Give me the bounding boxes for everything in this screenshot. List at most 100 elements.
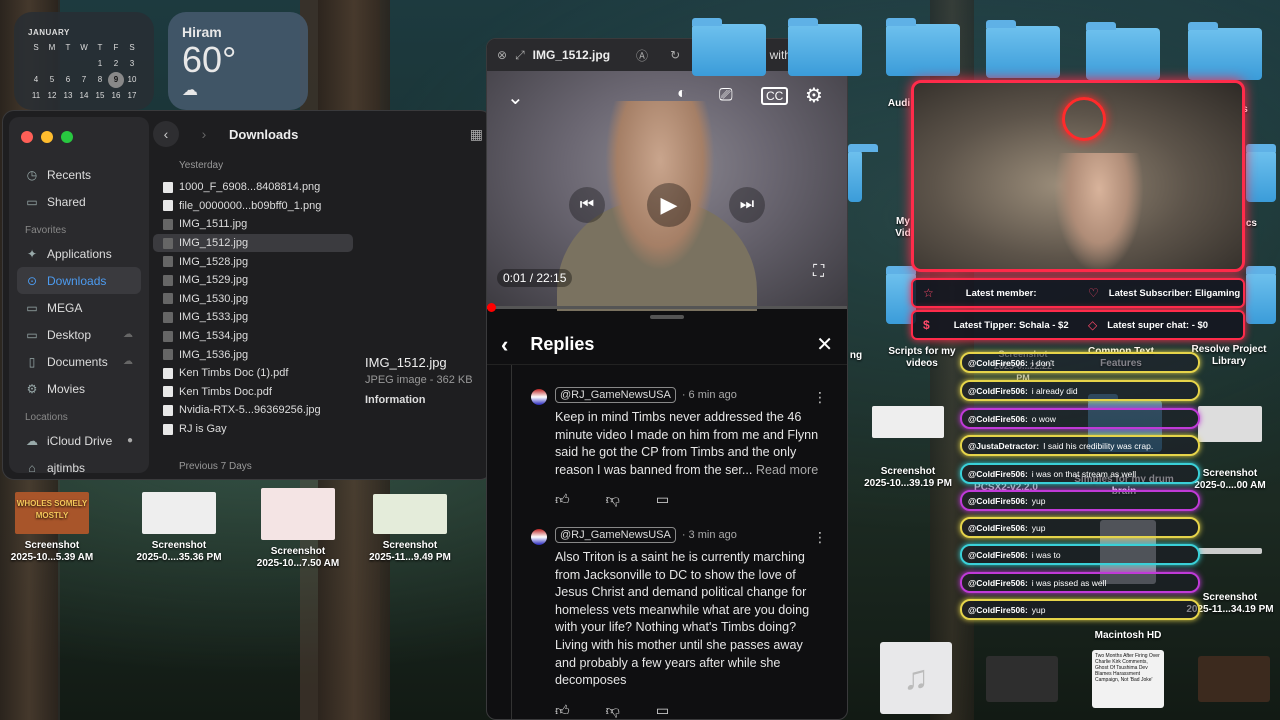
video-progress-bar[interactable] (487, 303, 847, 312)
sidebar-item-recents[interactable]: ◷ Recents (17, 161, 141, 188)
file-item[interactable]: IMG_1536.jpg (153, 345, 353, 364)
desktop-folder[interactable] (1188, 22, 1262, 80)
reply-icon[interactable]: ▭ (656, 702, 669, 719)
quicklook-filename: IMG_1512.jpg (532, 48, 611, 62)
settings-gear-icon[interactable]: ⚙ (805, 83, 823, 108)
video-scrubber-knob[interactable] (487, 303, 496, 312)
sidebar-item-mega[interactable]: ▭ MEGA (17, 294, 141, 321)
sheet-grab-handle[interactable] (650, 315, 684, 319)
captions-icon[interactable]: CC (761, 87, 789, 105)
play-button[interactable]: ▶ (647, 183, 691, 227)
desktop-folder[interactable] (1246, 266, 1276, 324)
folder-label[interactable]: Macintosh HD (1080, 630, 1176, 642)
more-options-icon[interactable]: ⋮ (813, 529, 827, 546)
sidebar-item-desktop[interactable]: ▭ Desktop ☁ (17, 321, 141, 348)
folder-label[interactable]: Scripts for my videos (880, 346, 964, 370)
image-thumbnail[interactable] (1198, 656, 1270, 702)
file-item-selected[interactable]: IMG_1512.jpg (153, 233, 353, 253)
finder-window[interactable]: ◷ Recents ▭ Shared Favorites ✦ Applications… (2, 110, 492, 480)
comment-author-handle[interactable]: @RJ_GameNewsUSA (555, 527, 676, 543)
weather-widget[interactable]: Hiram 60° ☁ (168, 12, 308, 110)
image-file-icon (163, 349, 173, 361)
image-file-icon (163, 200, 173, 212)
minimize-window-button[interactable] (41, 131, 53, 143)
forward-button[interactable]: › (191, 121, 217, 147)
thumbs-down-icon[interactable]: 👎︎ (606, 702, 620, 719)
rotate-icon[interactable]: ↻ (670, 48, 680, 62)
thumbs-down-icon[interactable]: 👎︎ (606, 491, 620, 508)
file-preview-pane: IMG_1512.jpg JPEG image - 362 KB Informa… (365, 355, 489, 406)
file-item[interactable]: IMG_1511.jpg (153, 215, 353, 234)
sidebar-item-documents[interactable]: ▯ Documents ☁ (17, 348, 141, 375)
fullscreen-icon[interactable]: ⤢ (515, 48, 525, 63)
cloud-icon: ☁ (26, 433, 38, 448)
file-item[interactable]: file_0000000...b09bff0_1.png (153, 197, 353, 216)
video-player[interactable]: ⌄ ◐ ⎚ CC ⚙ ⏮ ▶ ⏭ 0:01 / 22:15 ⛶ (487, 71, 847, 312)
file-item[interactable]: IMG_1533.jpg (153, 308, 353, 327)
cast-icon[interactable]: ⎚ (719, 85, 733, 105)
chat-message: @ColdFire506: i was on that stream as wel… (960, 463, 1200, 484)
close-icon[interactable]: ✕ (816, 332, 833, 357)
reply-icon[interactable]: ▭ (656, 491, 669, 508)
read-more-link[interactable]: Read more (756, 463, 818, 477)
quicklook-window[interactable]: ⊗ ⤢ IMG_1512.jpg Ⓐ ↻ ⇪ Open with Preview… (486, 38, 848, 720)
thumbs-up-icon[interactable]: 👍︎ (555, 491, 570, 508)
sidebar-item-downloads[interactable]: ⊙ Downloads (17, 267, 141, 294)
thumbs-up-icon[interactable]: 👍︎ (555, 702, 570, 719)
back-arrow-icon[interactable]: ‹ (501, 332, 508, 358)
grid-view-icon[interactable]: ▦ (470, 126, 483, 143)
file-item[interactable]: IMG_1534.jpg (153, 327, 353, 346)
desktop-file[interactable]: Screenshot 2025-10...7.50 AM (250, 488, 346, 570)
desktop-folder[interactable] (986, 20, 1060, 78)
next-track-button[interactable]: ⏭ (729, 187, 765, 223)
file-item[interactable]: 1000_F_6908...8408814.png (153, 178, 353, 197)
desktop-folder[interactable] (1246, 144, 1276, 202)
close-icon[interactable]: ⊗ (497, 48, 507, 62)
autoplay-toggle[interactable]: ◐ (677, 85, 687, 103)
file-item[interactable]: Nvidia-RTX-5...96369256.jpg (153, 401, 353, 420)
file-list: Yesterday 1000_F_6908...8408814.png file… (153, 157, 353, 479)
desktop-folder[interactable] (886, 18, 960, 76)
close-window-button[interactable] (21, 131, 33, 143)
desktop-file[interactable]: WHOLES SOMELY MOSTLY Screenshot 2025-10..… (4, 492, 100, 564)
chevron-down-icon[interactable]: ⌄ (507, 85, 524, 110)
file-item[interactable]: IMG_1528.jpg (153, 252, 353, 271)
sidebar-item-icloud[interactable]: ☁ iCloud Drive ● (17, 427, 141, 454)
desktop-folder[interactable] (788, 18, 862, 76)
avatar[interactable] (531, 389, 547, 405)
sidebar-item-shared[interactable]: ▭ Shared (17, 188, 141, 215)
comment-author-handle[interactable]: @RJ_GameNewsUSA (555, 387, 676, 403)
desktop-file[interactable]: Screenshot 2025-11...9.49 PM (360, 494, 460, 564)
news-thumbnail[interactable]: Two Months After Firing Over Charlie Kir… (1092, 650, 1164, 708)
desktop-folder[interactable] (692, 18, 766, 76)
screenshot-thumbnail (373, 494, 447, 534)
desktop-folder[interactable] (1086, 22, 1160, 80)
desktop-file[interactable]: Screenshot 2025-10...39.19 PM (856, 406, 960, 490)
sidebar-item-movies[interactable]: ⚙ Movies (17, 375, 141, 402)
more-options-icon[interactable]: ⋮ (813, 389, 827, 406)
cloud-icon: ☁ (182, 82, 198, 99)
reply-comment: @RJ_GameNewsUSA · 3 min ago ⋮ Also Trito… (487, 527, 847, 719)
screenshot-thumbnail (1198, 548, 1262, 554)
sidebar-section-favorites: Favorites (25, 225, 67, 236)
file-item[interactable]: Ken Timbs Doc (1).pdf (153, 364, 353, 383)
avatar[interactable] (531, 529, 547, 545)
sidebar-item-home[interactable]: ⌂ ajtimbs (17, 454, 141, 479)
zoom-window-button[interactable] (61, 131, 73, 143)
image-thumbnail[interactable] (986, 656, 1058, 702)
fullscreen-icon[interactable]: ⛶ (813, 263, 824, 281)
desktop-file[interactable]: Screenshot 2025-0....35.36 PM (126, 492, 232, 564)
clock-icon: ◷ (26, 167, 38, 182)
desktop-folder[interactable] (848, 144, 878, 202)
file-item[interactable]: IMG_1530.jpg (153, 290, 353, 309)
back-button[interactable]: ‹ (153, 121, 179, 147)
sidebar-item-applications[interactable]: ✦ Applications (17, 240, 141, 267)
file-item[interactable]: IMG_1529.jpg (153, 271, 353, 290)
calendar-widget[interactable]: JANUARY SMTWTFS 123 4 5 6 7 8 9 10 11 12 13 14 15 1… (14, 12, 154, 110)
previous-track-button[interactable]: ⏮ (569, 187, 605, 223)
music-file-icon[interactable]: ♫ (880, 642, 952, 714)
chat-message: @ColdFire506: i already did (960, 380, 1200, 401)
file-item[interactable]: Ken Timbs Doc.pdf (153, 383, 353, 402)
markup-icon[interactable]: Ⓐ (636, 47, 648, 64)
file-item[interactable]: RJ is Gay (153, 420, 353, 439)
